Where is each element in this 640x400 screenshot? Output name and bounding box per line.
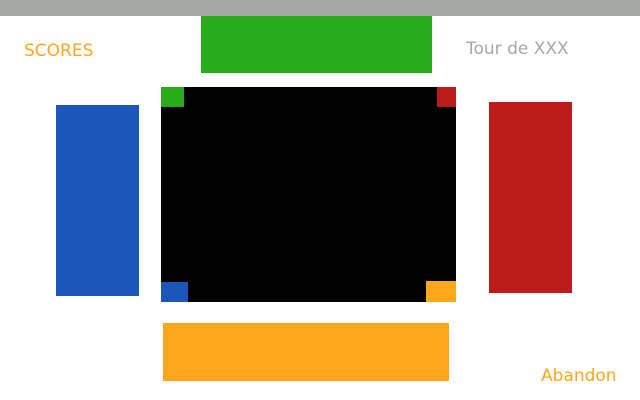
player-panel-right-red — [489, 102, 572, 293]
abandon-button[interactable]: Abandon — [541, 365, 617, 387]
player-panel-bottom-orange — [163, 323, 449, 381]
player-panel-top-green — [201, 16, 432, 73]
board-corner-green — [161, 87, 184, 107]
scores-button[interactable]: SCORES — [24, 40, 93, 62]
game-board[interactable] — [161, 87, 456, 302]
turn-indicator: Tour de XXX — [466, 39, 569, 59]
board-corner-red — [437, 87, 456, 107]
top-bar — [0, 0, 640, 16]
player-panel-left-blue — [56, 105, 139, 296]
board-corner-orange — [426, 281, 456, 302]
board-corner-blue — [161, 282, 188, 302]
